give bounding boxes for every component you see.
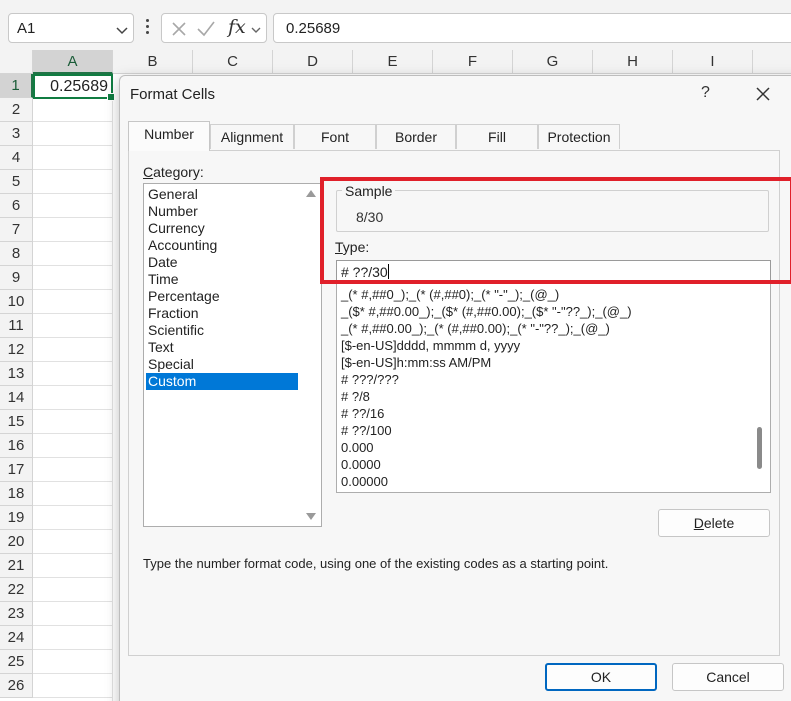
row-header[interactable]: 24 bbox=[0, 626, 33, 650]
category-list[interactable]: General Number Currency Accounting Date … bbox=[143, 183, 322, 527]
tab-number[interactable]: Number bbox=[128, 121, 210, 151]
close-icon[interactable] bbox=[752, 83, 774, 105]
row-header[interactable]: 11 bbox=[0, 314, 33, 338]
tab-border[interactable]: Border bbox=[376, 124, 456, 149]
row-header[interactable]: 15 bbox=[0, 410, 33, 434]
cancel-entry-icon[interactable] bbox=[170, 20, 188, 43]
row-header[interactable]: 4 bbox=[0, 146, 33, 170]
tab-fill[interactable]: Fill bbox=[456, 124, 538, 149]
row-header[interactable]: 3 bbox=[0, 122, 33, 146]
category-item-accounting[interactable]: Accounting bbox=[146, 237, 298, 254]
column-header-b[interactable]: B bbox=[113, 50, 193, 74]
ok-button[interactable]: OK bbox=[545, 663, 657, 691]
column-header-c[interactable]: C bbox=[193, 50, 273, 74]
format-description: Type the number format code, using one o… bbox=[143, 556, 609, 571]
column-header-d[interactable]: D bbox=[273, 50, 353, 74]
category-item-number[interactable]: Number bbox=[146, 203, 298, 220]
row-header[interactable]: 25 bbox=[0, 650, 33, 674]
category-item-scientific[interactable]: Scientific bbox=[146, 322, 298, 339]
scroll-up-icon[interactable] bbox=[306, 190, 316, 197]
select-all-corner[interactable] bbox=[0, 50, 33, 74]
dialog-title: Format Cells bbox=[130, 86, 216, 103]
format-code-item[interactable]: 0.0000 bbox=[341, 456, 381, 473]
row-header[interactable]: 5 bbox=[0, 170, 33, 194]
format-code-list[interactable]: _(* #,##0_);_(* (#,##0);_(* "-"_);_(@_) … bbox=[336, 284, 771, 493]
row-header[interactable]: 1 bbox=[0, 74, 33, 98]
category-item-date[interactable]: Date bbox=[146, 254, 298, 271]
row-header[interactable]: 10 bbox=[0, 290, 33, 314]
delete-button[interactable]: Delete bbox=[658, 509, 770, 537]
scrollbar-thumb[interactable] bbox=[757, 427, 762, 469]
row-header[interactable]: 8 bbox=[0, 242, 33, 266]
format-code-item[interactable]: # ???/??? bbox=[341, 371, 399, 388]
formula-value: 0.25689 bbox=[286, 20, 341, 37]
formula-input[interactable]: 0.25689 bbox=[273, 13, 791, 43]
category-item-percentage[interactable]: Percentage bbox=[146, 288, 298, 305]
category-item-text[interactable]: Text bbox=[146, 339, 298, 356]
category-item-special[interactable]: Special bbox=[146, 356, 298, 373]
row-header[interactable]: 12 bbox=[0, 338, 33, 362]
column-a-cells[interactable] bbox=[33, 74, 113, 701]
row-header[interactable]: 18 bbox=[0, 482, 33, 506]
confirm-entry-icon[interactable] bbox=[196, 20, 216, 43]
format-code-item[interactable]: 0.00000 bbox=[341, 473, 388, 490]
tab-font[interactable]: Font bbox=[294, 124, 376, 149]
category-item-fraction[interactable]: Fraction bbox=[146, 305, 298, 322]
format-code-item[interactable]: [$-en-US]dddd, mmmm d, yyyy bbox=[341, 337, 520, 354]
category-item-time[interactable]: Time bbox=[146, 271, 298, 288]
column-header-a[interactable]: A bbox=[33, 50, 113, 74]
chevron-down-icon[interactable] bbox=[115, 23, 129, 41]
row-header[interactable]: 17 bbox=[0, 458, 33, 482]
row-header[interactable]: 2 bbox=[0, 98, 33, 122]
insert-function-icon[interactable]: fx bbox=[228, 16, 246, 38]
row-header[interactable]: 22 bbox=[0, 578, 33, 602]
row-header[interactable]: 14 bbox=[0, 386, 33, 410]
column-header-f[interactable]: F bbox=[433, 50, 513, 74]
format-code-item[interactable]: 0.000 bbox=[341, 439, 374, 456]
row-header[interactable]: 23 bbox=[0, 602, 33, 626]
highlight-box bbox=[320, 177, 791, 284]
category-label: Category: bbox=[143, 164, 204, 180]
row-header[interactable]: 13 bbox=[0, 362, 33, 386]
help-button[interactable]: ? bbox=[701, 84, 710, 102]
format-code-item[interactable]: # ??/16 bbox=[341, 405, 384, 422]
column-header-g[interactable]: G bbox=[513, 50, 593, 74]
more-options-icon[interactable] bbox=[146, 19, 150, 37]
format-code-item[interactable]: [$-en-US]h:mm:ss AM/PM bbox=[341, 354, 491, 371]
format-code-item[interactable]: # ??/100 bbox=[341, 422, 392, 439]
row-header[interactable]: 9 bbox=[0, 266, 33, 290]
row-header[interactable]: 20 bbox=[0, 530, 33, 554]
column-header-e[interactable]: E bbox=[353, 50, 433, 74]
row-header[interactable]: 19 bbox=[0, 506, 33, 530]
formula-buttons: fx bbox=[161, 13, 267, 43]
row-header[interactable]: 16 bbox=[0, 434, 33, 458]
column-header-i[interactable]: I bbox=[673, 50, 753, 74]
name-box-value: A1 bbox=[17, 20, 36, 37]
format-code-item[interactable]: _(* #,##0_);_(* (#,##0);_(* "-"_);_(@_) bbox=[341, 286, 559, 303]
category-item-currency[interactable]: Currency bbox=[146, 220, 298, 237]
format-cells-dialog: Format Cells ? Number Alignment Font Bor… bbox=[119, 75, 791, 701]
category-scrollbar[interactable] bbox=[301, 184, 321, 526]
row-header[interactable]: 21 bbox=[0, 554, 33, 578]
cancel-button[interactable]: Cancel bbox=[672, 663, 784, 691]
format-code-item[interactable]: # ?/8 bbox=[341, 388, 370, 405]
column-headers: A B C D E F G H I bbox=[0, 50, 791, 74]
row-header[interactable]: 26 bbox=[0, 674, 33, 698]
name-box[interactable]: A1 bbox=[8, 13, 134, 43]
tab-protection[interactable]: Protection bbox=[538, 124, 620, 149]
formula-bar: A1 fx 0.25689 bbox=[0, 0, 791, 50]
cell-a1[interactable]: 0.25689 bbox=[33, 74, 115, 101]
row-header[interactable]: 7 bbox=[0, 218, 33, 242]
format-list-scrollbar[interactable] bbox=[754, 284, 766, 492]
scroll-down-icon[interactable] bbox=[306, 513, 316, 520]
tab-bar: Number Alignment Font Border Fill Protec… bbox=[128, 121, 778, 151]
format-code-item[interactable]: _($* #,##0.00_);_($* (#,##0.00);_($* "-"… bbox=[341, 303, 632, 320]
tab-alignment[interactable]: Alignment bbox=[210, 124, 294, 149]
column-header-h[interactable]: H bbox=[593, 50, 673, 74]
category-item-custom[interactable]: Custom bbox=[146, 373, 298, 390]
chevron-down-icon[interactable] bbox=[250, 23, 262, 41]
format-code-item[interactable]: _(* #,##0.00_);_(* (#,##0.00);_(* "-"??_… bbox=[341, 320, 610, 337]
category-item-general[interactable]: General bbox=[146, 186, 298, 203]
row-header[interactable]: 6 bbox=[0, 194, 33, 218]
